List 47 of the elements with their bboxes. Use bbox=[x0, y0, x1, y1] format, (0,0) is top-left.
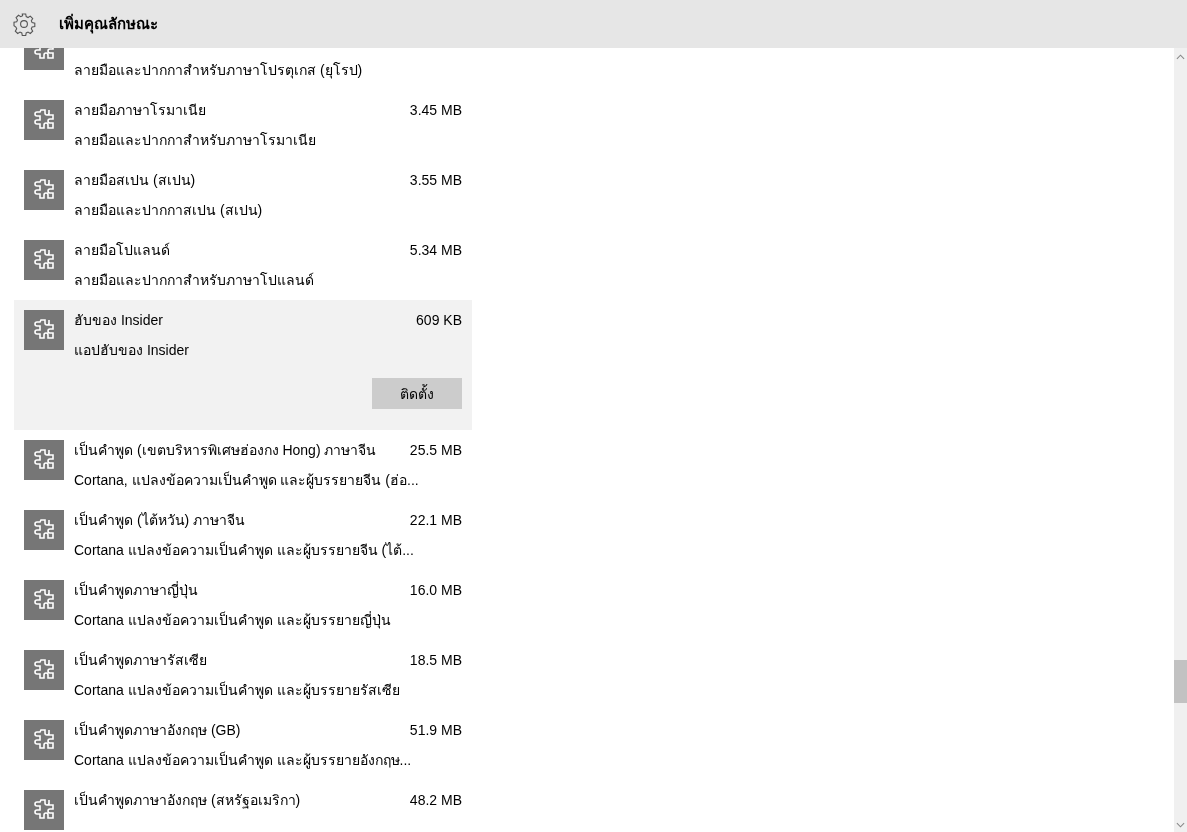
feature-size: 51.9 MB bbox=[409, 722, 462, 738]
feature-size: 22.1 MB bbox=[409, 512, 462, 528]
feature-title: ลายมือภาษาโรมาเนีย bbox=[74, 101, 206, 120]
feature-title: ลายมือสเปน (สเปน) bbox=[74, 171, 196, 190]
puzzle-piece-icon bbox=[24, 100, 64, 140]
feature-title: เป็นคำพูดภาษาญี่ปุ่น bbox=[74, 580, 198, 601]
puzzle-piece-icon bbox=[24, 240, 64, 280]
puzzle-piece-icon bbox=[24, 440, 64, 480]
feature-size: 3.45 MB bbox=[409, 102, 462, 118]
feature-description: Cortana แปลงข้อความเป็นคำพูด และผู้บรรยายรัสเซีย bbox=[74, 680, 401, 700]
puzzle-piece-icon bbox=[24, 720, 64, 760]
settings-icon bbox=[12, 12, 36, 36]
feature-description: Cortana แปลงข้อความเป็นคำพูด และผู้บรรยายญี่ปุ่น bbox=[74, 610, 392, 630]
feature-title: เป็นคำพูดภาษาอังกฤษ (GB) bbox=[74, 720, 241, 741]
feature-description: ลายมือและปากกาสำหรับภาษาโปรตุเกส (ยุโรป) bbox=[74, 61, 364, 80]
feature-item-selected[interactable]: ฮับของ Insider 609 KB แอปฮับของ Insider ติดตั้ง bbox=[14, 300, 472, 430]
feature-description: ลายมือและปากกาสำหรับภาษาโรมาเนีย bbox=[74, 131, 317, 150]
feature-size: 25.5 MB bbox=[409, 442, 462, 458]
feature-title: เป็นคำพูดภาษาอังกฤษ (สหรัฐอเมริกา) bbox=[74, 790, 301, 811]
feature-size: 16.0 MB bbox=[409, 582, 462, 598]
feature-description: Cortana แปลงข้อความเป็นคำพูด และผู้บรรยายอังกฤษ... bbox=[74, 750, 413, 770]
puzzle-piece-icon bbox=[24, 580, 64, 620]
scroll-up-icon[interactable] bbox=[1176, 54, 1185, 60]
feature-title: เป็นคำพูด (ไต้หวัน) ภาษาจีน bbox=[74, 510, 246, 531]
puzzle-piece-icon bbox=[24, 170, 64, 210]
feature-description: Cortana, แปลงข้อความเป็นคำพูด และผู้บรรยายจีน (ฮ่อ... bbox=[74, 470, 420, 490]
feature-title: ฮับของ Insider bbox=[74, 311, 163, 330]
puzzle-piece-icon bbox=[24, 650, 64, 690]
feature-title: ลายมือโปแลนด์ bbox=[74, 241, 170, 260]
puzzle-piece-icon bbox=[24, 510, 64, 550]
feature-size: 18.5 MB bbox=[409, 652, 462, 668]
install-button[interactable]: ติดตั้ง bbox=[372, 378, 462, 409]
scrollbar-thumb[interactable] bbox=[1174, 660, 1187, 703]
scrollbar[interactable] bbox=[1174, 48, 1187, 832]
feature-description: แอปฮับของ Insider bbox=[74, 341, 190, 360]
feature-title: เป็นคำพูดภาษารัสเซีย bbox=[74, 650, 207, 671]
feature-description: Cortana แปลงข้อความเป็นคำพูด และผู้บรรยายจีน (ไต้... bbox=[74, 540, 415, 560]
scroll-down-icon[interactable] bbox=[1176, 822, 1185, 828]
feature-size: 48.2 MB bbox=[409, 792, 462, 808]
feature-size: 609 KB bbox=[416, 312, 462, 328]
feature-size: 5.34 MB bbox=[409, 242, 462, 258]
feature-size: 3.55 MB bbox=[409, 172, 462, 188]
feature-description: ลายมือและปากกาสเปน (สเปน) bbox=[74, 201, 264, 220]
puzzle-piece-icon bbox=[24, 310, 64, 350]
feature-description: ลายมือและปากกาสำหรับภาษาโปแลนด์ bbox=[74, 271, 315, 290]
feature-title: เป็นคำพูด (เขตบริหารพิเศษฮ่องกง Hong) ภาษาจีน bbox=[74, 440, 377, 461]
page-title: เพิ่มคุณลักษณะ bbox=[59, 12, 158, 36]
